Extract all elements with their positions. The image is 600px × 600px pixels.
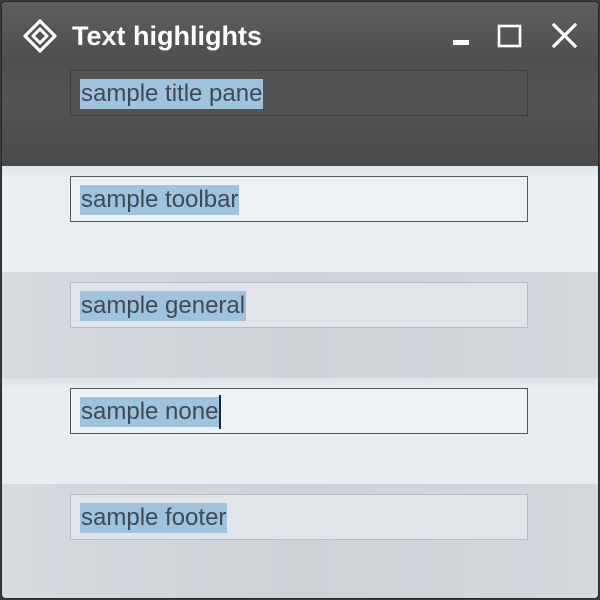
window-title: Text highlights <box>72 21 262 51</box>
maximize-button[interactable] <box>494 20 526 52</box>
toolbar-field-text: sample toolbar <box>80 185 240 215</box>
title-pane-text-field[interactable]: sample title pane <box>70 70 528 116</box>
footer-text-field[interactable]: sample footer <box>70 494 528 540</box>
close-icon <box>551 22 578 49</box>
general-field-text: sample general <box>80 291 247 321</box>
minimize-button[interactable] <box>445 20 477 52</box>
minimize-icon <box>453 40 469 45</box>
text-caret <box>219 395 221 429</box>
title-pane: Text highlights sample title pane <box>2 2 598 166</box>
title-bar[interactable]: Text highlights <box>2 2 598 66</box>
footer-section: sample footer <box>2 484 598 598</box>
none-field-text: sample none <box>80 397 220 427</box>
general-text-field[interactable]: sample general <box>70 282 528 328</box>
general-section: sample general <box>2 272 598 378</box>
footer-field-text: sample footer <box>80 503 228 533</box>
toolbar-section: sample toolbar <box>2 166 598 272</box>
none-section: sample none <box>2 378 598 484</box>
diamond-app-icon[interactable] <box>23 19 57 53</box>
app-window: Text highlights sample title pane sample… <box>2 2 598 598</box>
maximize-icon <box>497 24 522 48</box>
title-pane-field-text: sample title pane <box>80 79 264 109</box>
toolbar-text-field[interactable]: sample toolbar <box>70 176 528 222</box>
close-button[interactable] <box>548 20 580 52</box>
none-text-field[interactable]: sample none <box>70 388 528 434</box>
